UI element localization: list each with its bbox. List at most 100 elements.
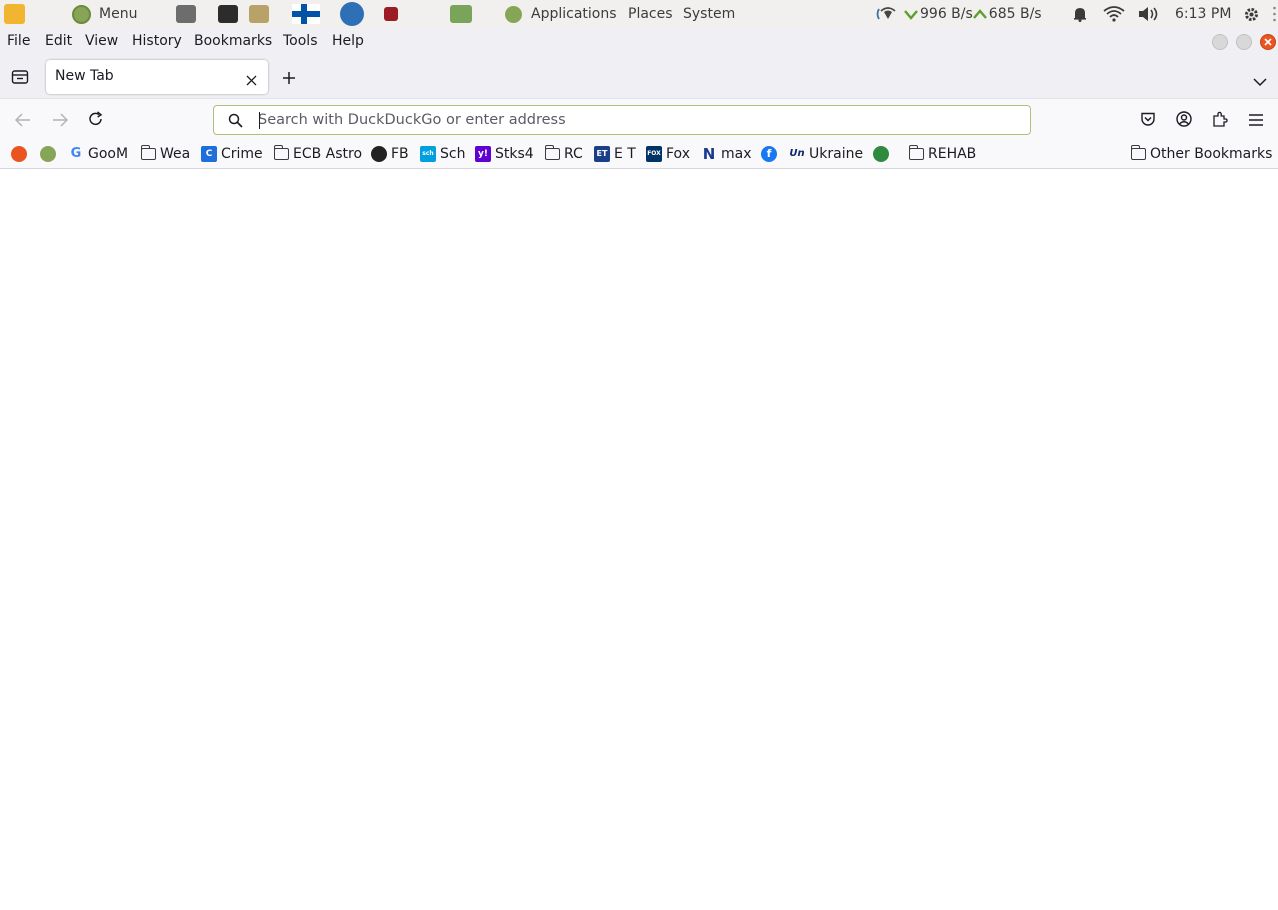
bookmark-globe[interactable] — [873, 145, 889, 163]
system-menu[interactable]: System — [683, 0, 735, 28]
menu-tools[interactable]: Tools — [283, 33, 318, 49]
download-speed: 996 B/s — [920, 6, 973, 22]
clock[interactable]: 6:13 PM — [1175, 0, 1231, 28]
bookmark-max[interactable]: N max — [701, 145, 752, 163]
schwab-favicon: sch — [420, 146, 436, 162]
bookmark-label: ECB Astro — [293, 146, 363, 162]
bookmark-sch[interactable]: sch Sch — [420, 145, 465, 163]
thunderbird-launcher-icon[interactable] — [340, 0, 364, 28]
panel-launcher-icon[interactable] — [4, 0, 25, 28]
system-settings-gear-icon[interactable] — [1243, 0, 1260, 28]
bookmark-ubuntu[interactable] — [11, 145, 27, 163]
tab-strip: New Tab — [0, 56, 1278, 98]
new-tab-plus-icon[interactable] — [282, 70, 296, 89]
bookmarks-toolbar: G GooM Wea C Crime ECB Astro FB sch Sch … — [0, 139, 1278, 169]
bookmark-label: FB — [391, 146, 409, 162]
system-top-panel: Menu Applications Places System 996 B/s … — [0, 0, 1278, 28]
menu-file[interactable]: File — [7, 33, 30, 49]
firefox-view-icon[interactable] — [11, 69, 29, 89]
bookmark-label: GooM — [88, 146, 129, 162]
fox-news-favicon: FOX — [646, 146, 662, 162]
folder-icon — [544, 145, 560, 160]
reload-icon[interactable] — [88, 111, 104, 131]
places-label: Places — [628, 6, 673, 22]
other-bookmarks-folder[interactable]: Other Bookmarks — [1130, 145, 1273, 163]
bookmark-label: Sch — [440, 146, 466, 162]
bookmark-folder-wea[interactable]: Wea — [140, 145, 191, 163]
yahoo-favicon: y! — [475, 146, 491, 162]
tab-new-tab[interactable]: New Tab — [46, 60, 268, 94]
menu-history[interactable]: History — [132, 33, 182, 49]
bookmark-stks4[interactable]: y! Stks4 — [475, 145, 534, 163]
folder-icon — [273, 145, 289, 160]
menu-edit[interactable]: Edit — [45, 33, 72, 49]
browser-menubar: File Edit View History Bookmarks Tools H… — [0, 28, 1278, 56]
finland-flag-icon[interactable] — [292, 0, 320, 28]
upload-arrow-icon — [972, 9, 987, 19]
search-icon — [228, 113, 243, 132]
volume-icon[interactable] — [1138, 0, 1160, 28]
app-launcher-icon[interactable] — [384, 0, 398, 28]
un-favicon: Un — [789, 148, 805, 159]
mint-menu-button[interactable]: Menu — [72, 0, 137, 28]
notifications-bell-icon[interactable] — [1072, 0, 1088, 28]
screenshot-launcher-icon[interactable] — [176, 0, 196, 28]
minimize-window-button[interactable] — [1212, 34, 1228, 50]
newsmax-favicon: N — [702, 145, 716, 163]
bookmark-goom[interactable]: G GooM — [68, 145, 128, 163]
bookmark-label: Wea — [160, 146, 191, 162]
other-bookmarks-label: Other Bookmarks — [1150, 146, 1273, 162]
upload-speed: 685 B/s — [988, 6, 1042, 22]
close-window-button[interactable] — [1260, 34, 1276, 50]
bookmark-label: E T — [614, 146, 636, 162]
back-arrow-icon[interactable] — [14, 112, 31, 131]
folder-icon — [1130, 145, 1146, 160]
home-folder-launcher-icon[interactable] — [450, 0, 472, 28]
bookmark-mint[interactable] — [40, 145, 56, 163]
text-caret — [259, 112, 260, 129]
mint-icon — [40, 146, 56, 162]
account-icon[interactable] — [1176, 111, 1192, 131]
horse-favicon — [371, 146, 387, 162]
navigation-toolbar — [0, 98, 1278, 139]
facebook-icon: f — [761, 146, 777, 162]
bookmark-ukraine[interactable]: Un Ukraine — [789, 145, 863, 163]
wifi-signal-icon — [876, 7, 896, 20]
terminal-launcher-icon[interactable] — [218, 0, 238, 28]
extensions-puzzle-icon[interactable] — [1212, 111, 1228, 131]
url-bar[interactable] — [213, 105, 1031, 135]
network-monitor[interactable]: 996 B/s 685 B/s — [876, 0, 1042, 28]
applications-menu[interactable]: Applications — [505, 0, 617, 28]
close-tab-icon[interactable] — [246, 71, 257, 90]
et-favicon: ET — [594, 146, 610, 162]
bookmark-crime[interactable]: C Crime — [201, 145, 263, 163]
pocket-icon[interactable] — [1140, 111, 1156, 131]
menu-bookmarks[interactable]: Bookmarks — [194, 33, 272, 49]
bookmark-fox[interactable]: FOX Fox — [646, 145, 690, 163]
ubuntu-icon — [11, 146, 27, 162]
wifi-icon[interactable] — [1103, 0, 1125, 28]
panel-handle-icon[interactable] — [1272, 0, 1277, 28]
tab-title: New Tab — [55, 68, 114, 84]
places-menu[interactable]: Places — [628, 0, 673, 28]
bookmark-folder-rehab[interactable]: REHAB — [908, 145, 977, 163]
bookmark-folder-ecb-astro[interactable]: ECB Astro — [273, 145, 363, 163]
file-manager-launcher-icon[interactable] — [249, 0, 269, 28]
bookmark-fb[interactable]: FB — [371, 145, 409, 163]
bookmark-label: Stks4 — [495, 146, 534, 162]
forward-arrow-icon[interactable] — [52, 112, 69, 131]
list-all-tabs-chevron-icon[interactable] — [1253, 72, 1267, 91]
bookmark-label: REHAB — [928, 146, 977, 162]
maximize-window-button[interactable] — [1236, 34, 1252, 50]
bookmark-facebook[interactable]: f — [761, 145, 777, 163]
folder-icon — [140, 145, 156, 160]
menu-view[interactable]: View — [85, 33, 118, 49]
bookmark-et[interactable]: ET E T — [594, 145, 636, 163]
address-input[interactable] — [258, 110, 1018, 130]
close-x-icon — [1264, 38, 1272, 46]
menu-help[interactable]: Help — [332, 33, 364, 49]
menu-label: Menu — [99, 6, 138, 22]
hamburger-menu-icon[interactable] — [1248, 112, 1264, 131]
bookmark-folder-rc[interactable]: RC — [544, 145, 583, 163]
clock-label: 6:13 PM — [1175, 6, 1232, 22]
